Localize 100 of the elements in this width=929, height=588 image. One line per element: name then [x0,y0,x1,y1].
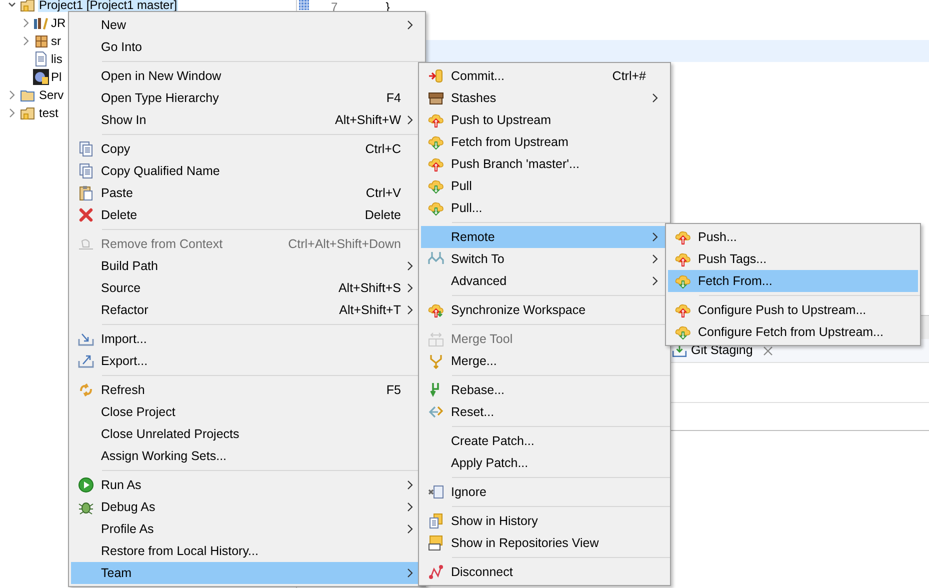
reset-icon [428,404,444,420]
close-icon[interactable] [762,346,773,356]
menu-item[interactable]: Push to Upstream [421,109,668,131]
tree-item[interactable]: lis [50,52,64,66]
menu-item[interactable]: Fetch from Upstream [421,131,668,153]
plugin-icon [33,69,49,85]
menu-item[interactable]: Apply Patch... [421,452,668,474]
merge-tool-icon [428,331,444,347]
tree-item[interactable]: Project1 [Project1 master] [38,0,178,12]
delete-icon [78,207,94,223]
tree-item[interactable]: Pl [50,70,63,84]
cloud-upload-icon [428,156,444,172]
chevron-right-icon [651,232,659,242]
disconnect-icon [428,564,444,580]
tree-item[interactable]: Serv [38,88,65,102]
cloud-download-icon [675,324,691,340]
menu-item[interactable]: Push... [668,226,918,248]
chevron-right-icon [406,283,414,293]
ignore-file-icon [428,484,444,500]
copy-icon [78,163,94,179]
menu-item[interactable]: Create Patch... [421,430,668,452]
tree-item[interactable]: JR [50,16,67,30]
import-icon [78,331,94,347]
package-icon [33,33,49,49]
menu-item[interactable]: Open Type Hierarchy F4 [71,87,423,109]
menu-item[interactable]: Go Into [71,36,423,58]
cloud-upload-icon [428,112,444,128]
menu-item[interactable]: Push Branch 'master'... [421,153,668,175]
menu-item[interactable]: Configure Fetch from Upstream... [668,321,918,343]
chevron-right-icon [406,20,414,30]
project-folder-icon [20,0,36,13]
chevron-right-icon [406,305,414,315]
tree-item[interactable]: sr [50,34,62,48]
library-icon [33,15,49,31]
menu-item[interactable]: Open in New Window [71,65,423,87]
menu-item[interactable]: Show in History [421,510,668,532]
chevron-right-icon [406,115,414,125]
history-icon [428,513,444,529]
cloud-download-icon [675,273,691,289]
menu-item[interactable]: Show in Repositories View [421,532,668,554]
menu-item[interactable]: Reset... [421,401,668,423]
tree-item[interactable]: test [38,106,60,120]
menu-item[interactable]: Stashes [421,87,668,109]
menu-item[interactable]: Source Alt+Shift+S [71,277,423,299]
staging-icon [672,344,687,357]
menu-item[interactable]: Advanced [421,270,668,292]
file-icon [33,51,49,67]
cloud-upload-icon [675,251,691,267]
menu-item[interactable]: Switch To [421,248,668,270]
menu-item[interactable]: Show In Alt+Shift+W [71,109,423,131]
chevron-right-icon [406,502,414,512]
menu-item[interactable]: Assign Working Sets... [71,445,423,467]
chevron-right-icon [406,261,414,271]
cloud-pull-icon [428,200,444,216]
menu-item[interactable]: Rebase... [421,379,668,401]
chevron-right-icon [406,480,414,490]
menu-item[interactable]: Profile As [71,518,423,540]
menu-item[interactable]: Close Project [71,401,423,423]
menu-item[interactable]: Build Path [71,255,423,277]
chevron-right-icon [406,524,414,534]
cloud-upload-icon [675,302,691,318]
menu-item[interactable]: Fetch From... [668,270,918,292]
menu-item[interactable]: Pull... [421,197,668,219]
menu-item[interactable]: Refresh F5 [71,379,423,401]
menu-item[interactable]: Export... [71,350,423,372]
menu-item[interactable]: Ignore [421,481,668,503]
cloud-download-icon [428,134,444,150]
menu-item[interactable]: Merge... [421,350,668,372]
hand-icon [78,236,94,252]
menu-item[interactable]: New [71,14,423,36]
chest-icon [428,90,444,106]
project-folder-icon [20,105,36,121]
menu-item[interactable]: Disconnect [421,561,668,583]
menu-item[interactable]: Debug As [71,496,423,518]
export-icon [78,353,94,369]
menu-item[interactable]: Commit... Ctrl+# [421,65,668,87]
copy-icon [78,141,94,157]
cloud-pull-icon [428,178,444,194]
chevron-right-icon [651,276,659,286]
paste-icon [78,185,94,201]
menu-item[interactable]: Run As [71,474,423,496]
menu-item[interactable]: Delete Delete [71,204,423,226]
menu-item[interactable]: Import... [71,328,423,350]
repository-icon [428,535,444,551]
chevron-right-icon [651,93,659,103]
chevron-right-icon [406,568,414,578]
cloud-upload-icon [675,229,691,245]
chevron-right-icon [651,254,659,264]
menu-item[interactable]: Close Unrelated Projects [71,423,423,445]
menu-item[interactable]: Pull [421,175,668,197]
refresh-icon [78,382,94,398]
menu-item[interactable]: Configure Push to Upstream... [668,299,918,321]
menu-item[interactable]: Push Tags... [668,248,918,270]
menu-item[interactable]: Restore from Local History... [71,540,423,562]
merge-icon [428,353,444,369]
line-number: 7 [331,0,338,16]
menu-item[interactable]: Refactor Alt+Shift+T [71,299,423,321]
menu-item[interactable]: Remote [421,226,668,248]
sync-icon [428,302,444,318]
switch-icon [428,251,444,267]
